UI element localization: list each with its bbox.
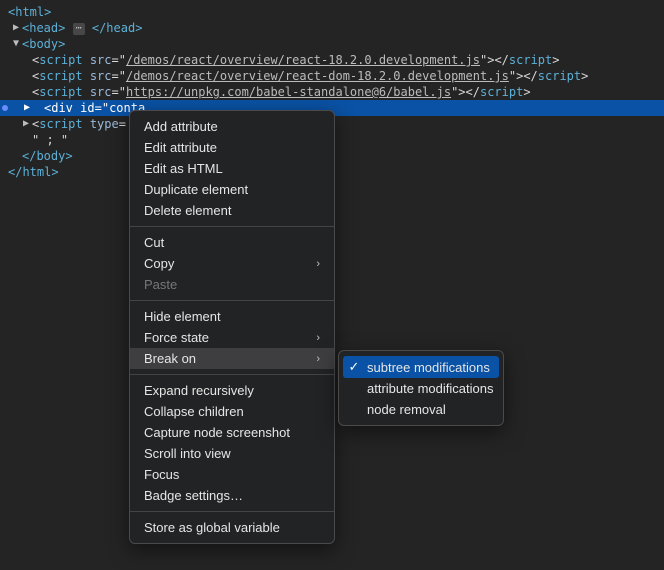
dom-row[interactable]: <script src="/demos/react/overview/react… [0,68,664,84]
checkmark-icon: ✓ [347,359,361,375]
menu-edit-as-html[interactable]: Edit as HTML [130,158,334,179]
src-link[interactable]: /demos/react/overview/react-18.2.0.devel… [126,53,480,67]
menu-collapse-children[interactable]: Collapse children [130,401,334,422]
chevron-right-icon: › [316,258,320,270]
menu-add-attribute[interactable]: Add attribute [130,116,334,137]
submenu-attribute-modifications[interactable]: attribute modifications [339,378,503,399]
break-on-submenu: ✓subtree modifications attribute modific… [338,350,504,426]
expand-icon[interactable]: ▶ [22,100,32,116]
menu-focus[interactable]: Focus [130,464,334,485]
expand-icon[interactable]: ▶ [21,116,31,132]
menu-capture-screenshot[interactable]: Capture node screenshot [130,422,334,443]
dom-row[interactable]: <html> [0,4,664,20]
menu-edit-attribute[interactable]: Edit attribute [130,137,334,158]
menu-badge-settings[interactable]: Badge settings… [130,485,334,506]
chevron-right-icon: › [316,353,320,365]
separator [130,226,334,227]
separator [130,374,334,375]
menu-force-state[interactable]: Force state› [130,327,334,348]
menu-scroll-into-view[interactable]: Scroll into view [130,443,334,464]
breakpoint-icon [2,105,8,111]
context-menu: Add attribute Edit attribute Edit as HTM… [129,110,335,544]
dom-row[interactable]: ▶<head> ⋯ </head> [0,20,664,36]
dom-row[interactable]: ▼<body> [0,36,664,52]
menu-store-global[interactable]: Store as global variable [130,517,334,538]
menu-copy[interactable]: Copy› [130,253,334,274]
dom-row[interactable]: <script src="/demos/react/overview/react… [0,52,664,68]
chevron-right-icon: › [316,332,320,344]
menu-hide-element[interactable]: Hide element [130,306,334,327]
expand-icon[interactable]: ▶ [11,20,21,36]
separator [130,511,334,512]
collapse-icon[interactable]: ▼ [11,36,21,52]
src-link[interactable]: /demos/react/overview/react-dom-18.2.0.d… [126,69,509,83]
menu-expand-recursively[interactable]: Expand recursively [130,380,334,401]
ellipsis-icon[interactable]: ⋯ [73,23,85,35]
menu-duplicate[interactable]: Duplicate element [130,179,334,200]
menu-break-on[interactable]: Break on› [130,348,334,369]
submenu-node-removal[interactable]: node removal [339,399,503,420]
submenu-subtree-modifications[interactable]: ✓subtree modifications [343,356,499,378]
menu-cut[interactable]: Cut [130,232,334,253]
dom-row[interactable]: <script src="https://unpkg.com/babel-sta… [0,84,664,100]
src-link[interactable]: https://unpkg.com/babel-standalone@6/bab… [126,85,451,99]
menu-paste: Paste [130,274,334,295]
separator [130,300,334,301]
menu-delete[interactable]: Delete element [130,200,334,221]
